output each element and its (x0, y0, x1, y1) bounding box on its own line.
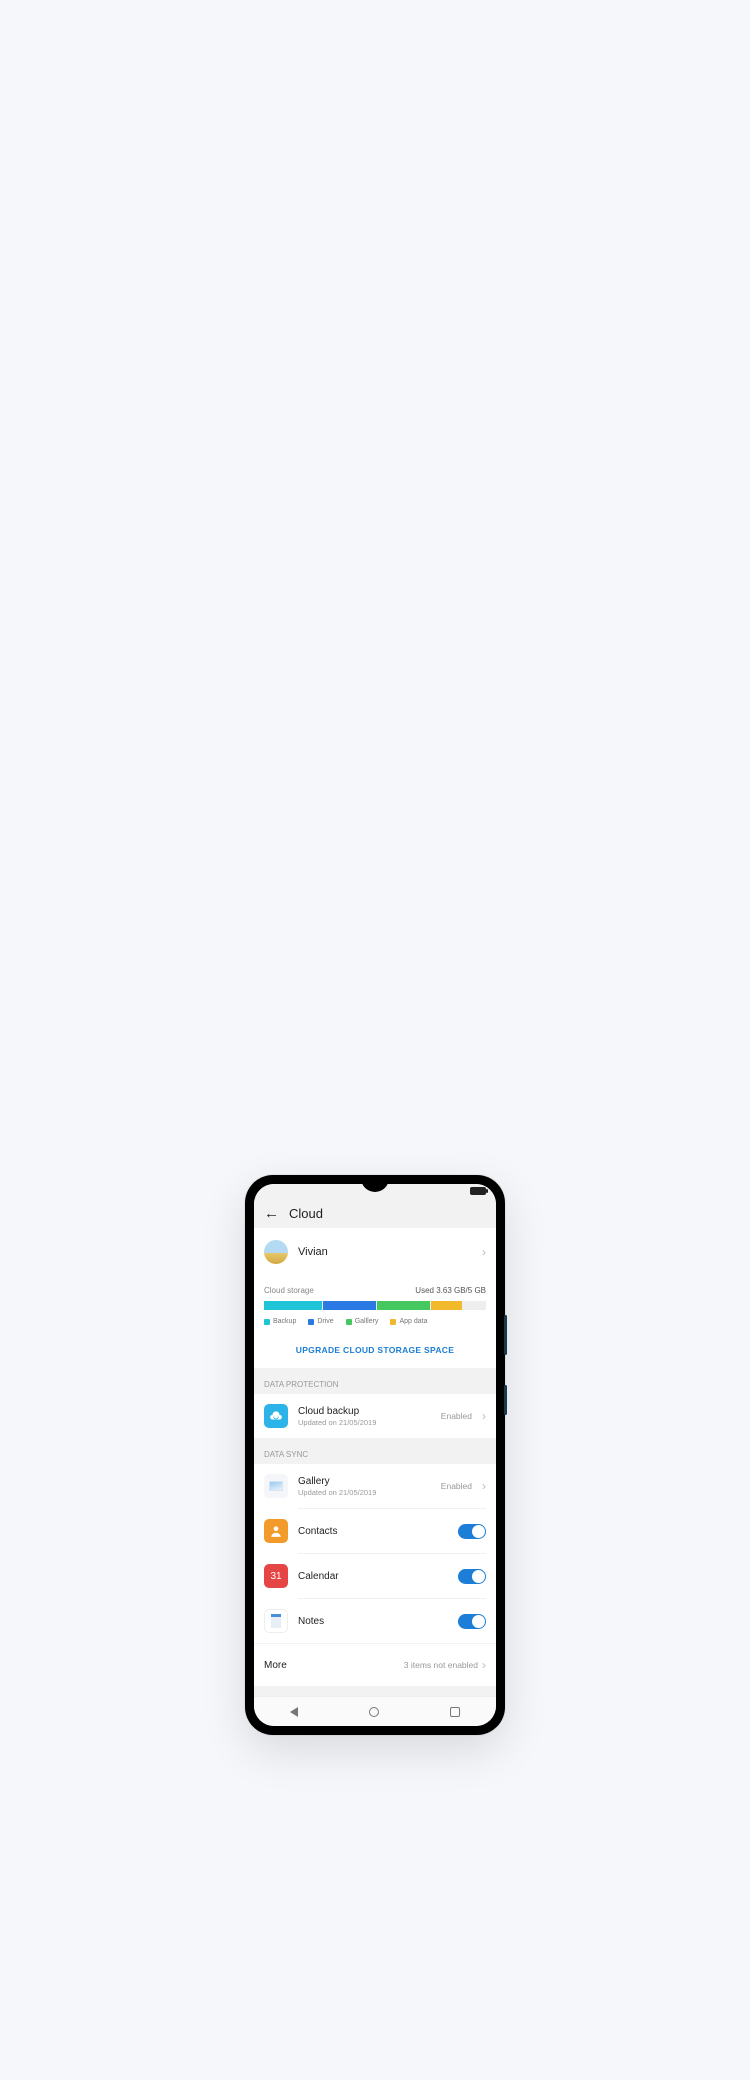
statusbar (254, 1184, 496, 1198)
storage-used: Used 3.63 GB/5 GB (415, 1286, 486, 1295)
side-button-power (504, 1385, 507, 1415)
screen: ← Cloud Vivian › Cloud storage Used 3.63… (254, 1184, 496, 1726)
protection-card: Cloud backup Updated on 21/05/2019 Enabl… (254, 1394, 496, 1438)
more-status: 3 items not enabled (404, 1660, 478, 1670)
more-label: More (264, 1660, 404, 1671)
section-data-sync: DATA SYNC (254, 1438, 496, 1464)
contacts-row[interactable]: Contacts (264, 1509, 486, 1553)
chevron-right-icon: › (482, 1409, 486, 1423)
storage-legend: Backup Drive Galllery App data (264, 1318, 486, 1325)
contacts-icon (264, 1519, 288, 1543)
notes-icon (264, 1609, 288, 1633)
sync-card: Gallery Updated on 21/05/2019 Enabled › … (254, 1464, 496, 1643)
storage-card: Cloud storage Used 3.63 GB/5 GB Backup D… (254, 1276, 496, 1368)
calendar-icon: 31 (264, 1564, 288, 1588)
legend-appdata: App data (399, 1318, 427, 1325)
cloud-backup-icon (264, 1404, 288, 1428)
battery-icon (470, 1187, 486, 1195)
chevron-right-icon: › (482, 1245, 486, 1259)
contacts-toggle[interactable] (458, 1524, 486, 1539)
user-name: Vivian (298, 1246, 472, 1258)
more-row[interactable]: More 3 items not enabled › (264, 1644, 486, 1686)
storage-seg-drive (323, 1301, 376, 1310)
chevron-right-icon: › (482, 1658, 486, 1672)
calendar-toggle[interactable] (458, 1569, 486, 1584)
storage-seg-backup (264, 1301, 322, 1310)
legend-gallery: Galllery (355, 1318, 379, 1325)
legend-backup: Backup (273, 1318, 296, 1325)
nav-home-icon[interactable] (369, 1707, 379, 1717)
user-card: Vivian › (254, 1228, 496, 1276)
chevron-right-icon: › (482, 1479, 486, 1493)
back-icon[interactable]: ← (264, 1206, 279, 1221)
gallery-sub: Updated on 21/05/2019 (298, 1488, 431, 1497)
upgrade-button[interactable]: UPGRADE CLOUD STORAGE SPACE (264, 1335, 486, 1368)
section-data-protection: DATA PROTECTION (254, 1368, 496, 1394)
notes-toggle[interactable] (458, 1614, 486, 1629)
user-row[interactable]: Vivian › (264, 1228, 486, 1276)
gallery-status: Enabled (441, 1481, 472, 1491)
storage-bar (264, 1301, 486, 1310)
header: ← Cloud (254, 1198, 496, 1228)
avatar (264, 1240, 288, 1264)
gallery-row[interactable]: Gallery Updated on 21/05/2019 Enabled › (264, 1464, 486, 1508)
cloud-backup-status: Enabled (441, 1411, 472, 1421)
gallery-icon (264, 1474, 288, 1498)
legend-drive: Drive (317, 1318, 333, 1325)
cloud-backup-title: Cloud backup (298, 1406, 431, 1417)
phone-frame: ← Cloud Vivian › Cloud storage Used 3.63… (245, 1175, 505, 1735)
side-button-volume (504, 1315, 507, 1355)
cloud-backup-row[interactable]: Cloud backup Updated on 21/05/2019 Enabl… (264, 1394, 486, 1438)
gallery-title: Gallery (298, 1476, 431, 1487)
contacts-title: Contacts (298, 1526, 448, 1537)
calendar-row[interactable]: 31 Calendar (264, 1554, 486, 1598)
more-card: More 3 items not enabled › (254, 1644, 496, 1686)
storage-label: Cloud storage (264, 1286, 314, 1295)
notes-title: Notes (298, 1616, 448, 1627)
storage-seg-appdata (431, 1301, 462, 1310)
notes-row[interactable]: Notes (264, 1599, 486, 1643)
nav-back-icon[interactable] (290, 1707, 298, 1717)
navbar (254, 1696, 496, 1726)
calendar-title: Calendar (298, 1571, 448, 1582)
page-title: Cloud (289, 1206, 323, 1221)
cloud-backup-sub: Updated on 21/05/2019 (298, 1418, 431, 1427)
storage-seg-gallery (377, 1301, 430, 1310)
nav-recent-icon[interactable] (450, 1707, 460, 1717)
